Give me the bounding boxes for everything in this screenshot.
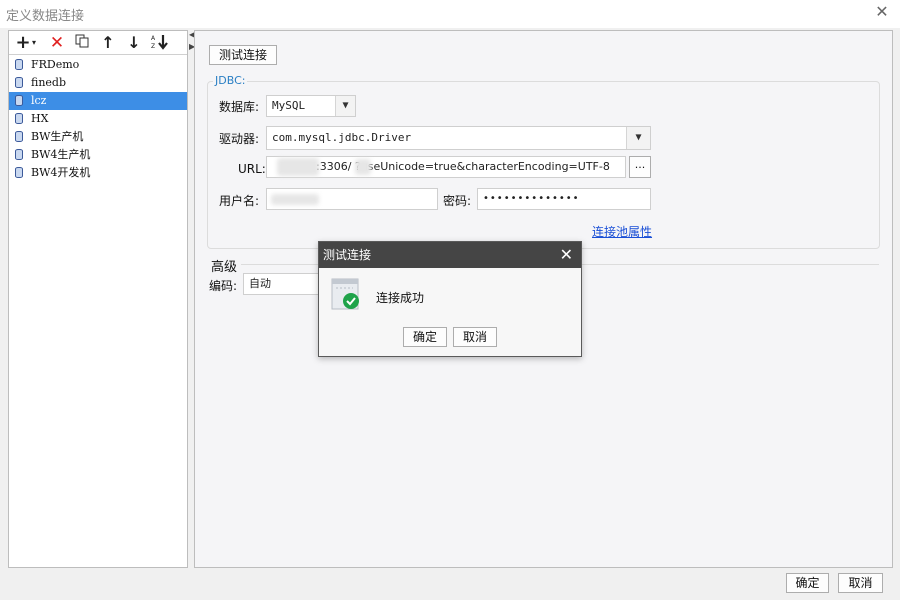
database-icon	[15, 113, 23, 124]
connection-list: FRDemo finedb lcz HX BW生产机 BW4生产机 BW4开发机	[9, 56, 187, 182]
dialog-message: 连接成功	[376, 291, 425, 305]
move-down-icon[interactable]: ↓	[124, 33, 144, 53]
connection-item[interactable]: BW4生产机	[9, 146, 187, 164]
dialog-header: 测试连接 ✕	[319, 242, 581, 268]
database-icon	[15, 95, 23, 106]
database-icon	[15, 131, 23, 142]
chevron-down-icon[interactable]: ▼	[335, 96, 355, 116]
connection-item[interactable]: FRDemo	[9, 56, 187, 74]
dialog-ok-button[interactable]: 确定	[403, 327, 447, 347]
connection-list-panel: + ▾ ✕ ↑ ↓ AZ FRDemo finedb lcz HX BW生产机 …	[8, 30, 188, 568]
redacted-host	[277, 158, 319, 176]
svg-text:A: A	[151, 35, 156, 42]
delete-icon[interactable]: ✕	[47, 33, 67, 53]
database-select[interactable]: MySQL ▼	[266, 95, 356, 117]
connection-item[interactable]: BW4开发机	[9, 164, 187, 182]
password-label: 密码:	[443, 194, 472, 208]
advanced-title: 高级	[211, 260, 238, 275]
dialog-cancel-button[interactable]: 取消	[453, 327, 497, 347]
database-icon	[15, 77, 23, 88]
chevron-down-icon[interactable]: ▼	[626, 127, 650, 149]
database-icon	[15, 167, 23, 178]
connection-item[interactable]: finedb	[9, 74, 187, 92]
database-label: 数据库:	[219, 100, 260, 114]
database-icon	[15, 149, 23, 160]
move-up-icon[interactable]: ↑	[98, 33, 118, 53]
dialog-title: 测试连接	[323, 248, 372, 262]
ok-button[interactable]: 确定	[786, 573, 829, 593]
url-input[interactable]: :3306/ ?useUnicode=true&characterEncodin…	[266, 156, 626, 178]
redacted-username	[271, 194, 319, 205]
test-connection-button[interactable]: 测试连接	[209, 45, 277, 65]
success-icon	[331, 278, 359, 310]
jdbc-group-title: JDBC:	[213, 74, 248, 87]
sort-icon[interactable]: AZ	[150, 33, 172, 53]
add-dropdown-chevron-icon[interactable]: ▾	[29, 33, 39, 53]
test-connection-dialog: 测试连接 ✕ 连接成功 确定 取消	[318, 241, 582, 357]
driver-label: 驱动器:	[219, 132, 260, 146]
window-close-icon[interactable]: ✕	[874, 4, 890, 20]
password-input[interactable]: ••••••••••••••	[477, 188, 651, 210]
copy-icon[interactable]	[72, 33, 92, 53]
svg-text:Z: Z	[151, 43, 155, 50]
connection-item-selected[interactable]: lcz	[9, 92, 187, 110]
database-icon	[15, 59, 23, 70]
connection-item[interactable]: BW生产机	[9, 128, 187, 146]
encoding-select[interactable]: 自动	[243, 273, 323, 295]
dialog-close-icon[interactable]: ✕	[560, 242, 573, 268]
username-label: 用户名:	[219, 194, 260, 208]
window-titlebar: 定义数据连接 ✕	[0, 0, 900, 28]
pool-properties-link[interactable]: 连接池属性	[592, 223, 652, 240]
connection-toolbar: + ▾ ✕ ↑ ↓ AZ	[9, 31, 187, 55]
url-browse-button[interactable]: ...	[629, 156, 651, 178]
redacted-db	[355, 159, 371, 175]
driver-select[interactable]: com.mysql.jdbc.Driver ▼	[266, 126, 651, 150]
url-label: URL:	[238, 162, 266, 176]
encoding-label: 编码:	[209, 279, 238, 293]
window-title: 定义数据连接	[6, 9, 85, 24]
cancel-button[interactable]: 取消	[838, 573, 883, 593]
connection-item[interactable]: HX	[9, 110, 187, 128]
